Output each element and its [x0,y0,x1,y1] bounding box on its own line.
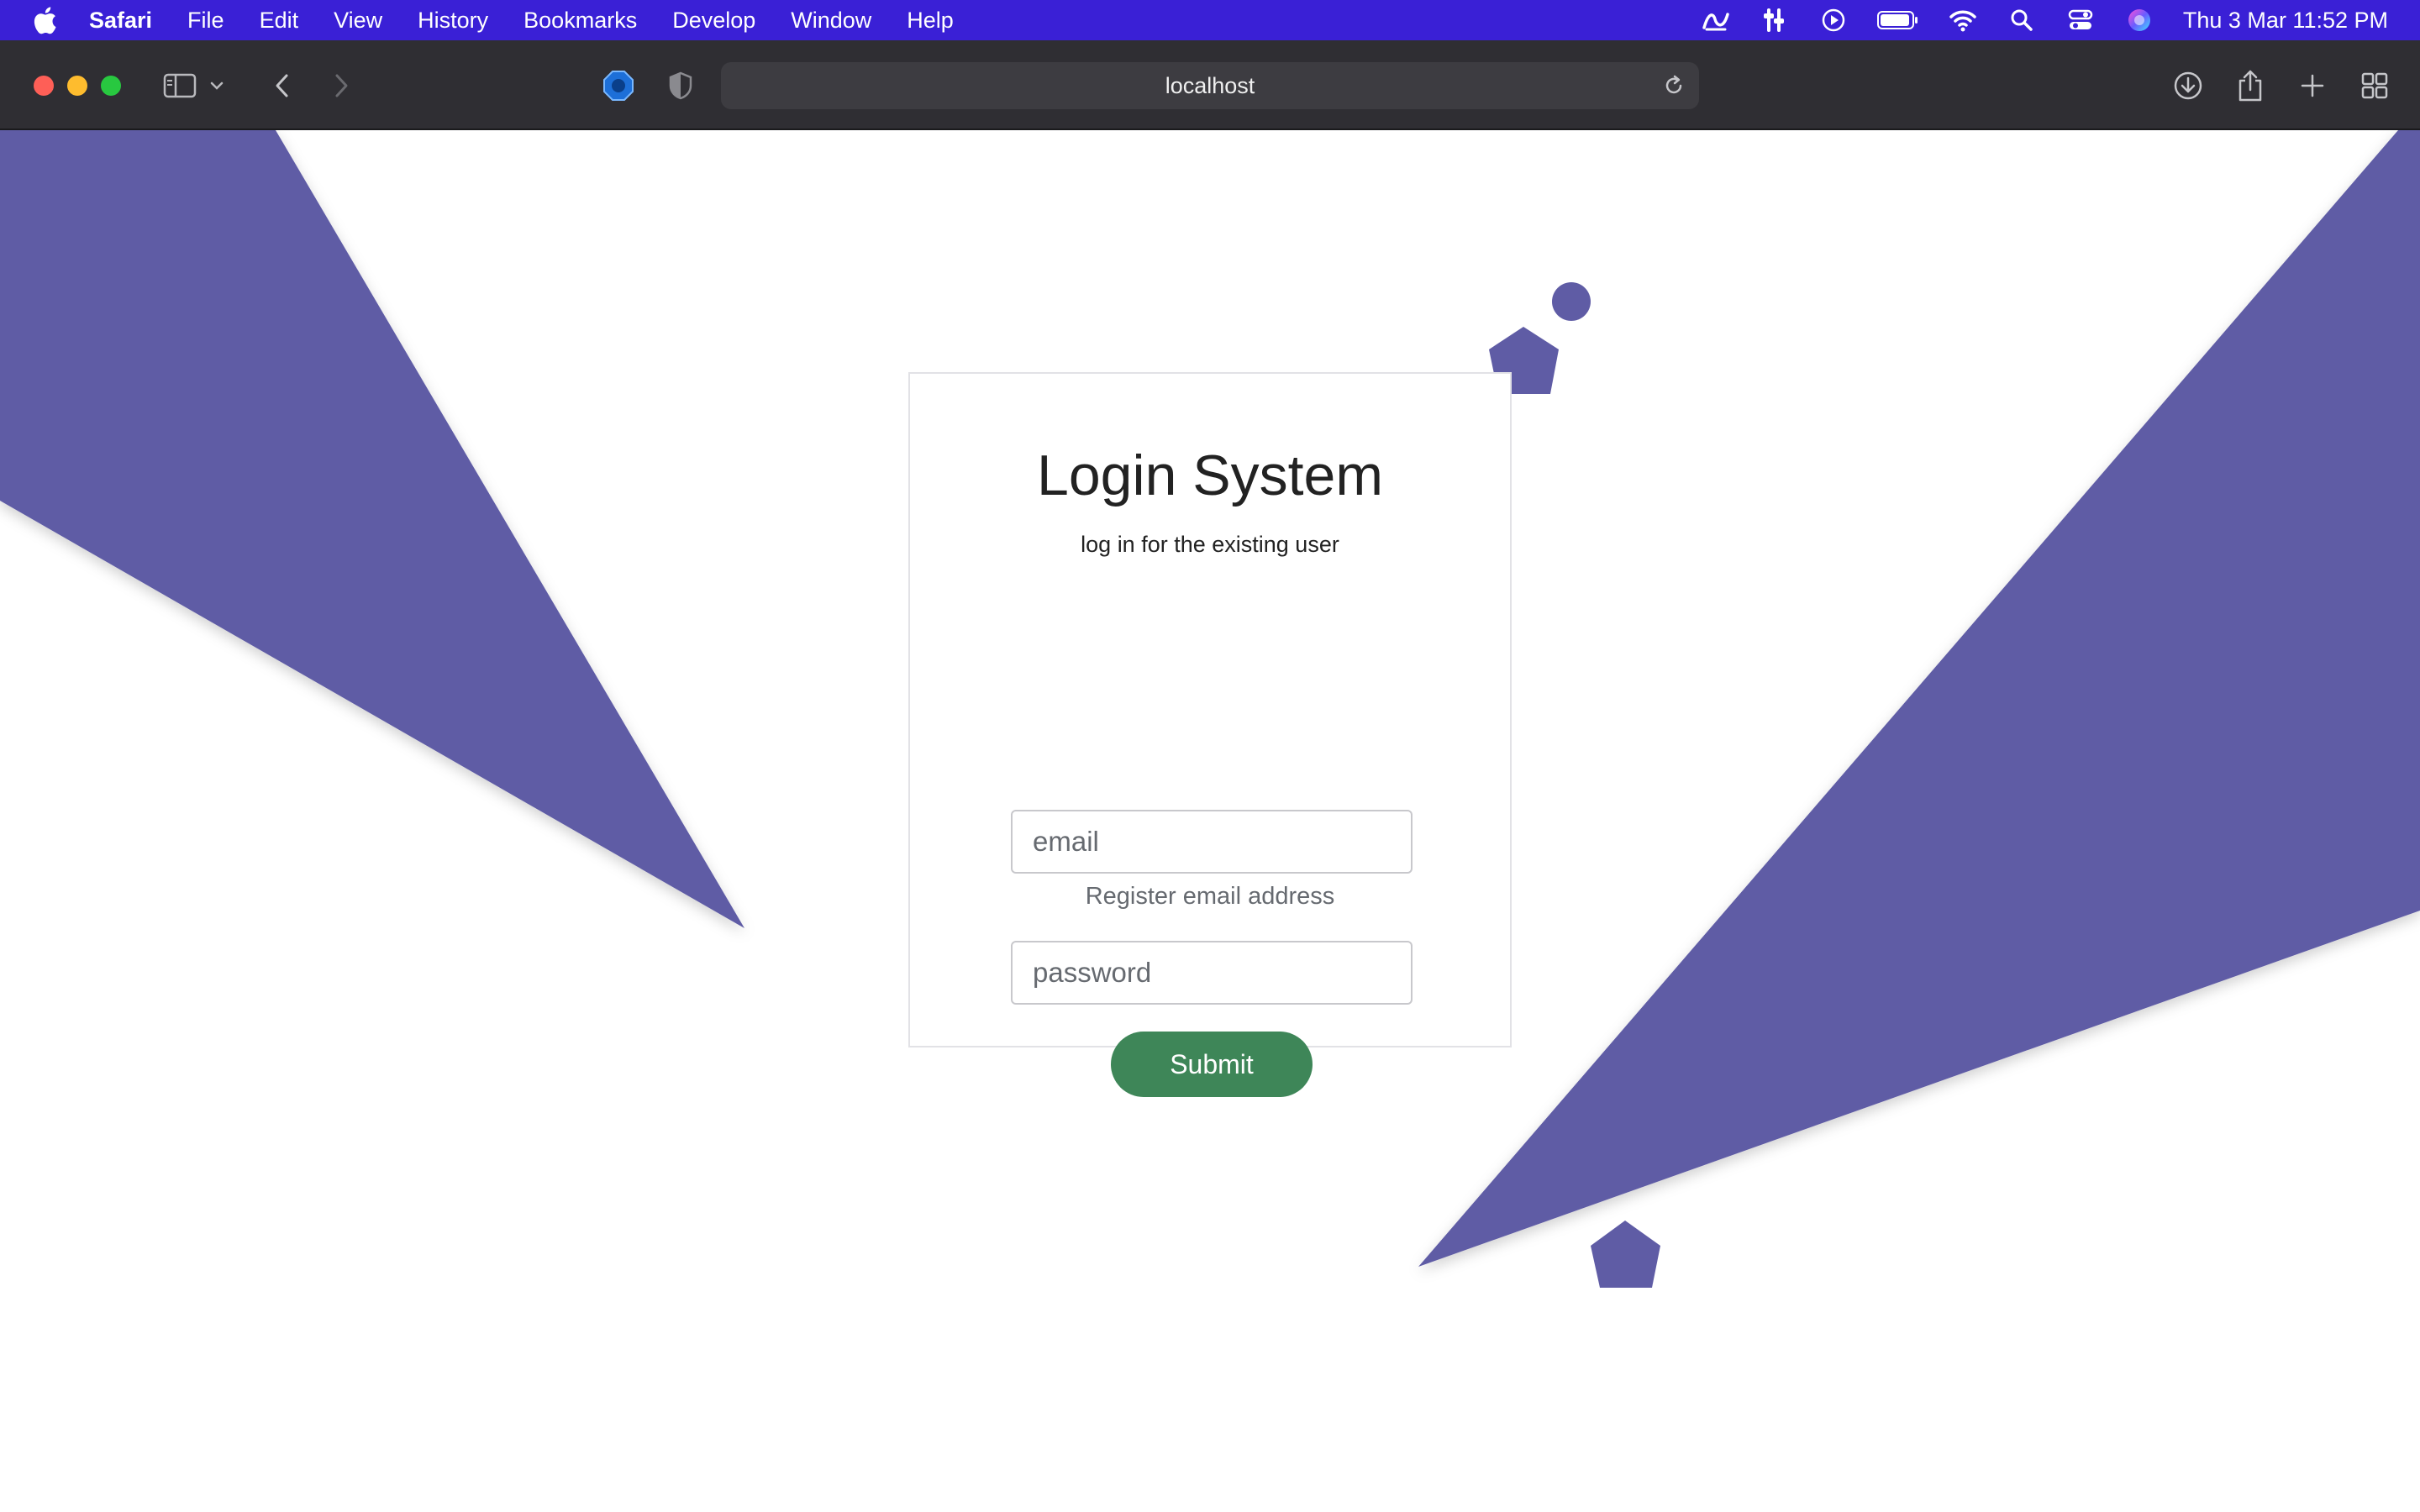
close-window-button[interactable] [34,76,54,96]
menu-bar: Safari File Edit View History Bookmarks … [0,0,2420,40]
page-subtitle: log in for the existing user [1081,532,1339,557]
new-tab-icon[interactable] [2292,66,2333,106]
left-triangle-shape [0,130,744,928]
reload-icon[interactable] [1660,72,1687,99]
page-title: Login System [1037,444,1383,507]
email-input[interactable] [1011,810,1413,874]
tools-icon[interactable] [1760,5,1790,35]
apple-logo-icon[interactable] [32,6,57,34]
status-area: Thu 3 Mar 11:52 PM [1672,0,2388,40]
menu-file[interactable]: File [187,8,224,34]
menu-develop[interactable]: Develop [672,8,755,34]
circle-shape [1552,282,1591,321]
search-icon[interactable] [2007,5,2037,35]
battery-icon[interactable] [1876,5,1919,35]
menu-history[interactable]: History [418,8,488,34]
submit-button[interactable]: Submit [1111,1032,1313,1097]
siri-icon[interactable] [2124,5,2154,35]
privacy-shield-icon[interactable] [660,66,701,106]
downloads-icon[interactable] [2168,66,2208,106]
address-bar[interactable]: localhost [721,62,1699,109]
menu-bookmarks[interactable]: Bookmarks [523,8,637,34]
page-viewport: Login System log in for the existing use… [0,130,2420,1512]
bottom-pentagon-shape [1591,1221,1660,1288]
share-icon[interactable] [2230,66,2270,106]
script-icon[interactable] [1701,5,1731,35]
wifi-icon[interactable] [1948,5,1978,35]
sidebar-icon[interactable] [160,66,200,106]
menubar-clock[interactable]: Thu 3 Mar 11:52 PM [2183,8,2388,34]
forward-icon[interactable] [321,66,361,106]
play-icon[interactable] [1818,5,1849,35]
email-helper-text: Register email address [1085,883,1335,910]
menu-view[interactable]: View [334,8,382,34]
control-center-icon[interactable] [2065,5,2096,35]
minimize-window-button[interactable] [67,76,87,96]
menu-help[interactable]: Help [907,8,954,34]
login-card: Login System log in for the existing use… [908,372,1512,1097]
menu-window[interactable]: Window [791,8,871,34]
password-input[interactable] [1011,941,1413,1005]
menu-edit[interactable]: Edit [260,8,299,34]
browser-toolbar: localhost [0,40,2420,130]
zoom-window-button[interactable] [101,76,121,96]
chevron-down-icon[interactable] [205,66,229,106]
menu-app-name[interactable]: Safari [89,8,152,34]
address-bar-url[interactable]: localhost [721,62,1699,109]
tab-overview-icon[interactable] [2354,66,2395,106]
back-icon[interactable] [262,66,302,106]
extension-icon[interactable] [598,66,639,106]
